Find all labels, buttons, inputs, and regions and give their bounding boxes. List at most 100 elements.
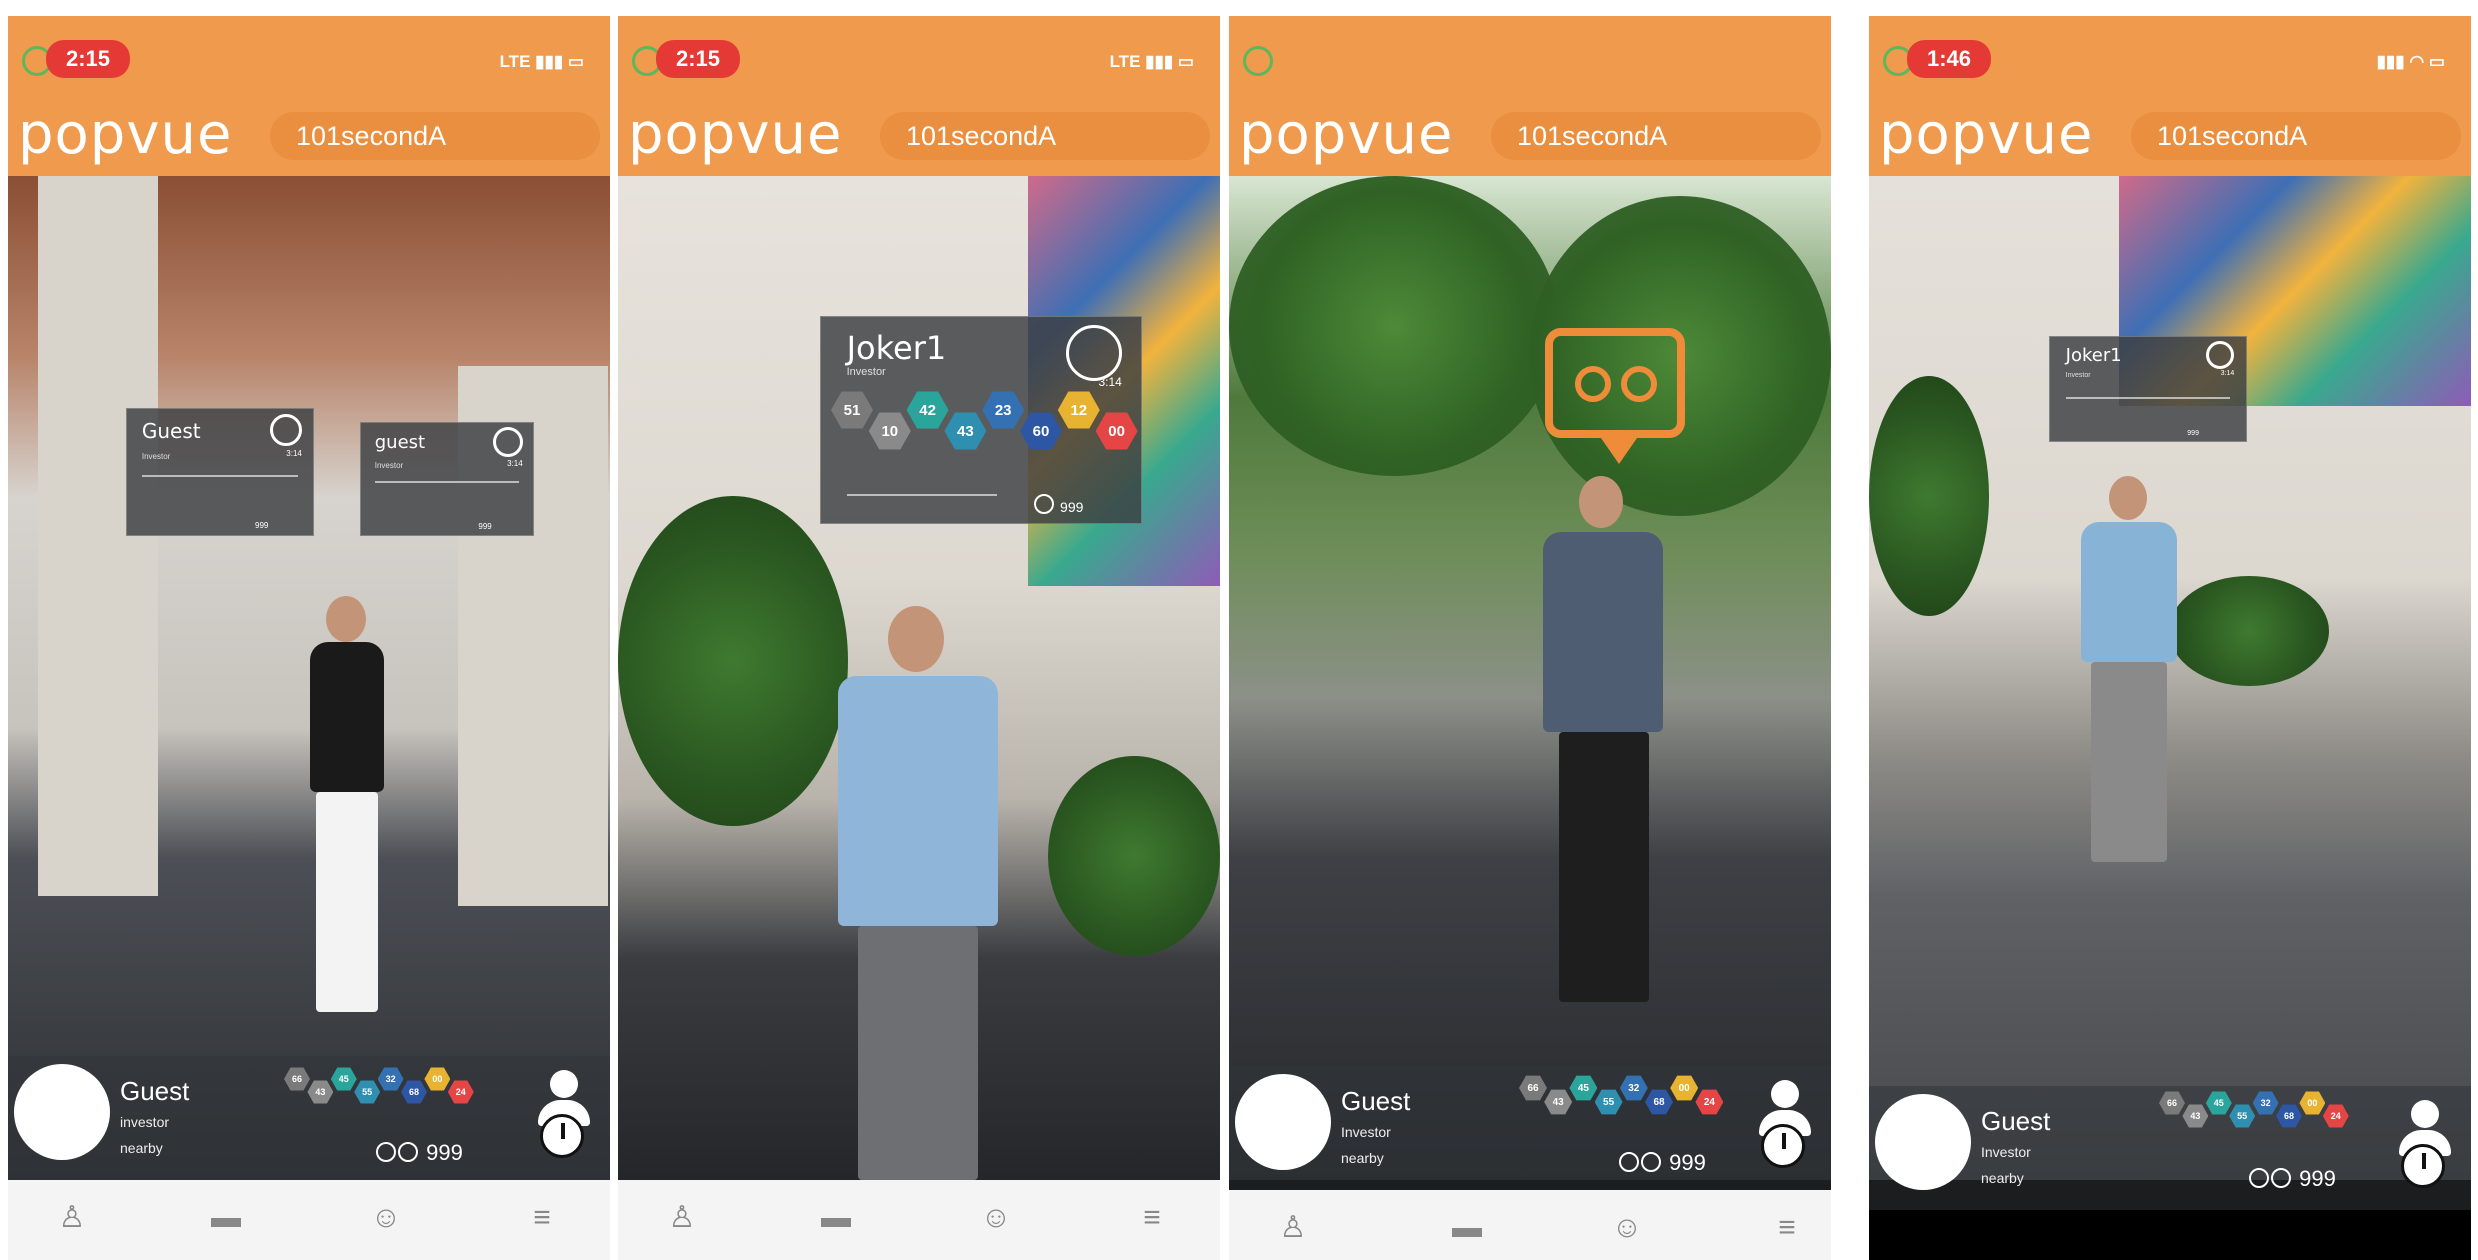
user-name: Guest xyxy=(1341,1086,1411,1116)
status-time: 1:46 xyxy=(1907,40,1992,78)
skill-hex: 45 xyxy=(1569,1075,1598,1101)
broadcast-icon xyxy=(1243,46,1273,76)
app-logo: popvue xyxy=(1879,102,2094,167)
profile-icon[interactable]: ♙ xyxy=(664,1200,700,1236)
app-logo: popvue xyxy=(1239,102,1454,167)
message-bubble-icon[interactable] xyxy=(1545,328,1685,464)
menu-icon[interactable]: ≡ xyxy=(524,1200,560,1236)
app-header: popvue 101secondA xyxy=(1229,16,1831,176)
status-network: ▮▮▮ ◠ ▭ xyxy=(2376,52,2445,71)
score: 999 xyxy=(1619,1150,1706,1176)
pillar xyxy=(38,176,158,896)
status-time: 2:15 xyxy=(656,40,741,78)
camera-view xyxy=(1229,176,1831,1180)
menu-icon[interactable]: ≡ xyxy=(1134,1200,1170,1236)
ar-profile-card[interactable]: Guest Investor 3:14 999 xyxy=(126,408,314,536)
plant xyxy=(618,496,848,826)
user-panel: Guest Investor nearby 66 43 45 55 32 68 00 24 9… xyxy=(1229,1066,1831,1190)
ar-profile-card[interactable]: Joker1 Investor 3:14 51 10 42 43 23 60 12 00 99… xyxy=(820,316,1142,524)
plant xyxy=(1048,756,1220,956)
profile-icon[interactable]: ♙ xyxy=(54,1200,90,1236)
skill-hex: 68 xyxy=(2276,1104,2302,1128)
skill-hex: 68 xyxy=(401,1080,427,1104)
chat-icon[interactable]: ▬ xyxy=(208,1200,244,1236)
skill-hex: 24 xyxy=(1695,1089,1724,1115)
camera-view: Joker1 Investor 3:14 51 10 42 43 23 60 12 00 99… xyxy=(618,176,1220,1180)
skill-hexes: 66 43 45 55 32 68 00 24 xyxy=(284,1066,504,1122)
user-name: Guest xyxy=(1981,1106,2051,1136)
app-logo: popvue xyxy=(18,102,233,167)
phone-screen-1: 2:15 LTE ▮▮▮ ▭ popvue 101secondA Guest I… xyxy=(8,16,610,1260)
chat-icon[interactable]: ▬ xyxy=(1449,1210,1485,1246)
skill-hexes: 66 43 45 55 32 68 00 24 xyxy=(1519,1074,1749,1132)
skill-hex: 45 xyxy=(330,1067,357,1091)
skill-hex: 51 xyxy=(831,391,873,429)
ar-profile-card[interactable]: guest Investor 3:14 999 xyxy=(360,422,534,536)
ar-profile-card[interactable]: Joker1 Investor 3:14 999 xyxy=(2049,336,2247,442)
username-field[interactable]: 101secondA xyxy=(1491,112,1821,160)
score: 999 xyxy=(376,1140,463,1166)
group-icon[interactable]: ☺ xyxy=(978,1200,1014,1236)
username-field[interactable]: 101secondA xyxy=(2131,112,2461,160)
skill-hex: 66 xyxy=(284,1067,310,1091)
skill-hex: 32 xyxy=(377,1067,404,1091)
plant xyxy=(2169,576,2329,686)
timer-icon xyxy=(492,427,523,458)
person xyxy=(298,596,398,1026)
timer-user-icon[interactable] xyxy=(1753,1080,1817,1168)
skill-hex: 43 xyxy=(1544,1089,1573,1115)
menu-icon[interactable]: ≡ xyxy=(1769,1210,1805,1246)
skill-hexes: 51 10 42 43 23 60 12 00 xyxy=(831,389,1138,479)
skill-hex: 43 xyxy=(307,1080,334,1104)
skill-hex: 43 xyxy=(944,412,987,450)
skill-hex: 45 xyxy=(2205,1091,2232,1115)
user-role: Investor xyxy=(1341,1124,1391,1140)
app-logo: popvue xyxy=(628,102,843,167)
user-panel: Guest investor nearby 66 43 45 55 32 68 00 24 9… xyxy=(8,1056,610,1180)
skill-hex: 00 xyxy=(1095,412,1138,450)
bottom-nav: ♙ ▬ ☺ ≡ xyxy=(1229,1190,1831,1260)
timer-icon xyxy=(1065,325,1122,382)
skill-hex: 68 xyxy=(1645,1089,1673,1115)
tree xyxy=(1229,176,1559,476)
app-header: 2:15 LTE ▮▮▮ ▭ popvue 101secondA xyxy=(618,16,1220,176)
skill-hex: 00 xyxy=(2299,1091,2326,1115)
avatar[interactable] xyxy=(1235,1074,1331,1170)
app-header: 2:15 LTE ▮▮▮ ▭ popvue 101secondA xyxy=(8,16,610,176)
score: 999 xyxy=(2249,1166,2336,1192)
timer-icon xyxy=(2206,341,2235,370)
user-name: Guest xyxy=(120,1076,190,1106)
avatar[interactable] xyxy=(1875,1094,1971,1190)
skill-hex: 24 xyxy=(2322,1104,2349,1128)
camera-view: Joker1 Investor 3:14 999 xyxy=(1869,176,2471,1180)
skill-hex: 66 xyxy=(2159,1091,2185,1115)
chat-icon[interactable]: ▬ xyxy=(818,1200,854,1236)
username-field[interactable]: 101secondA xyxy=(880,112,1210,160)
skill-hex: 43 xyxy=(2182,1104,2209,1128)
skill-hexes: 66 43 45 55 32 68 00 24 xyxy=(2159,1090,2379,1146)
profile-icon[interactable]: ♙ xyxy=(1275,1210,1311,1246)
status-time: 2:15 xyxy=(46,40,131,78)
username-field[interactable]: 101secondA xyxy=(270,112,600,160)
skill-hex: 32 xyxy=(2252,1091,2279,1115)
user-role: Investor xyxy=(1981,1144,2031,1160)
skill-hex: 60 xyxy=(1020,412,1062,450)
skill-hex: 12 xyxy=(1057,391,1100,429)
status-network: LTE ▮▮▮ ▭ xyxy=(499,52,584,71)
skill-hex: 24 xyxy=(447,1080,474,1104)
bottom-nav: ♙ ▬ ☺ ≡ xyxy=(618,1180,1220,1260)
status-network: LTE ▮▮▮ ▭ xyxy=(1109,52,1194,71)
phone-screen-2: 2:15 LTE ▮▮▮ ▭ popvue 101secondA Joker1 … xyxy=(618,16,1220,1260)
skill-hex: 23 xyxy=(982,391,1025,429)
group-icon[interactable]: ☺ xyxy=(368,1200,404,1236)
avatar[interactable] xyxy=(14,1064,110,1160)
phone-screen-3: popvue 101secondA Guest Investor nearby … xyxy=(1229,16,1831,1260)
timer-user-icon[interactable] xyxy=(532,1070,596,1158)
plant xyxy=(1869,376,1989,616)
skill-hex: 66 xyxy=(1519,1075,1547,1101)
group-icon[interactable]: ☺ xyxy=(1609,1210,1645,1246)
user-role: investor xyxy=(120,1114,170,1130)
user-location: nearby xyxy=(120,1140,163,1156)
skill-hex: 00 xyxy=(1670,1075,1699,1101)
timer-user-icon[interactable] xyxy=(2393,1100,2457,1188)
